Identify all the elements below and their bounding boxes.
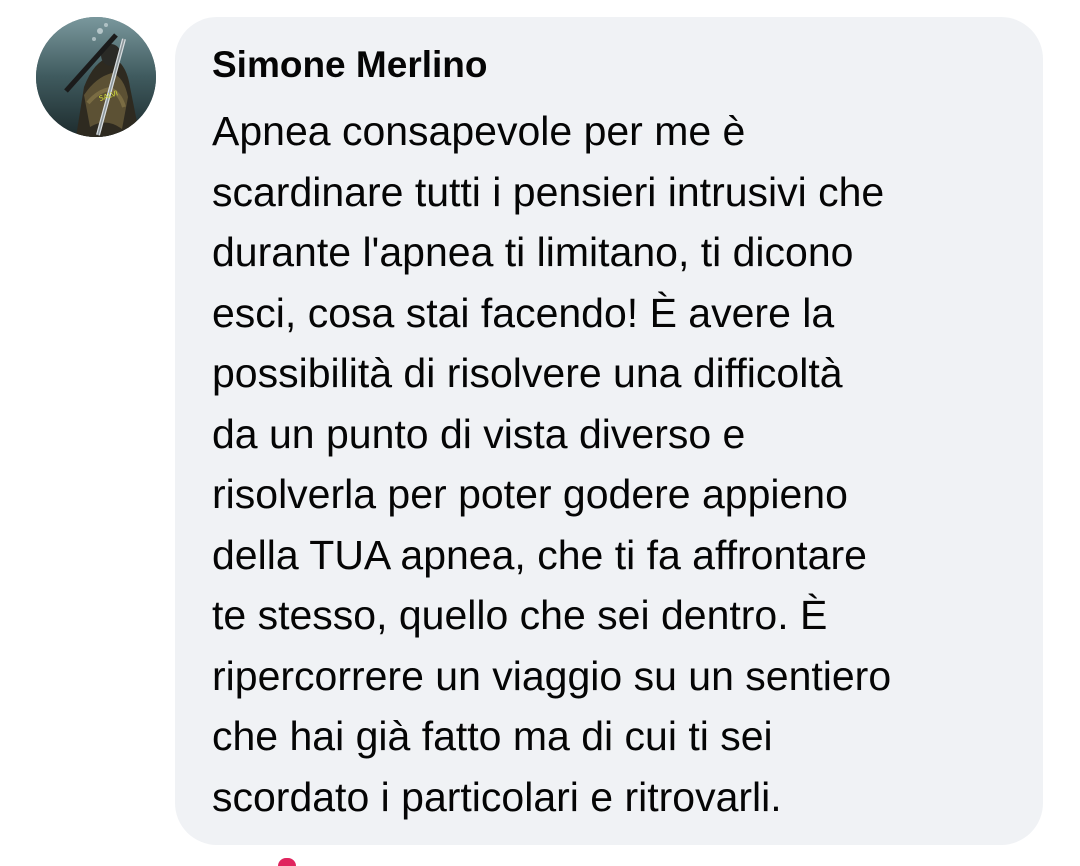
comment-text-line: da un punto di vista diverso e: [212, 410, 746, 457]
comment-author-name[interactable]: Simone Merlino: [212, 44, 487, 86]
comment-text-line: scardinare tutti i pensieri intrusivi ch…: [212, 168, 885, 215]
comment-text: Apnea consapevole per me è scardinare tu…: [212, 101, 1027, 827]
comment-screen: SALVI Simone Merlino Apnea consapevole p…: [0, 0, 1080, 866]
comment-text-line: risolverla per poter godere appieno: [212, 471, 848, 517]
diver-photo-icon: SALVI: [36, 17, 156, 137]
comment-text-line: Apnea consapevole per me è: [212, 108, 746, 154]
avatar[interactable]: SALVI: [36, 17, 156, 137]
reaction-icon[interactable]: [278, 858, 296, 866]
comment-text-line: durante l'apnea ti limitano, ti dicono: [212, 229, 854, 275]
comment-text-line: possibilità di risolvere una difficoltà: [212, 350, 843, 396]
comment-text-line: te stesso, quello che sei dentro. È: [212, 592, 828, 638]
comment-text-line: della TUA apnea, che ti fa affrontare: [212, 531, 867, 578]
comment-text-line: ripercorrere un viaggio su un sentiero: [212, 652, 892, 699]
comment-bubble: Simone Merlino Apnea consapevole per me …: [175, 17, 1043, 845]
comment-text-line: che hai già fatto ma di cui ti sei: [212, 713, 773, 759]
comment-text-line: esci, cosa stai facendo! È avere la: [212, 289, 835, 336]
comment: SALVI Simone Merlino Apnea consapevole p…: [0, 0, 1080, 866]
comment-text-line: scordato i particolari e ritrovarli.: [212, 773, 782, 820]
